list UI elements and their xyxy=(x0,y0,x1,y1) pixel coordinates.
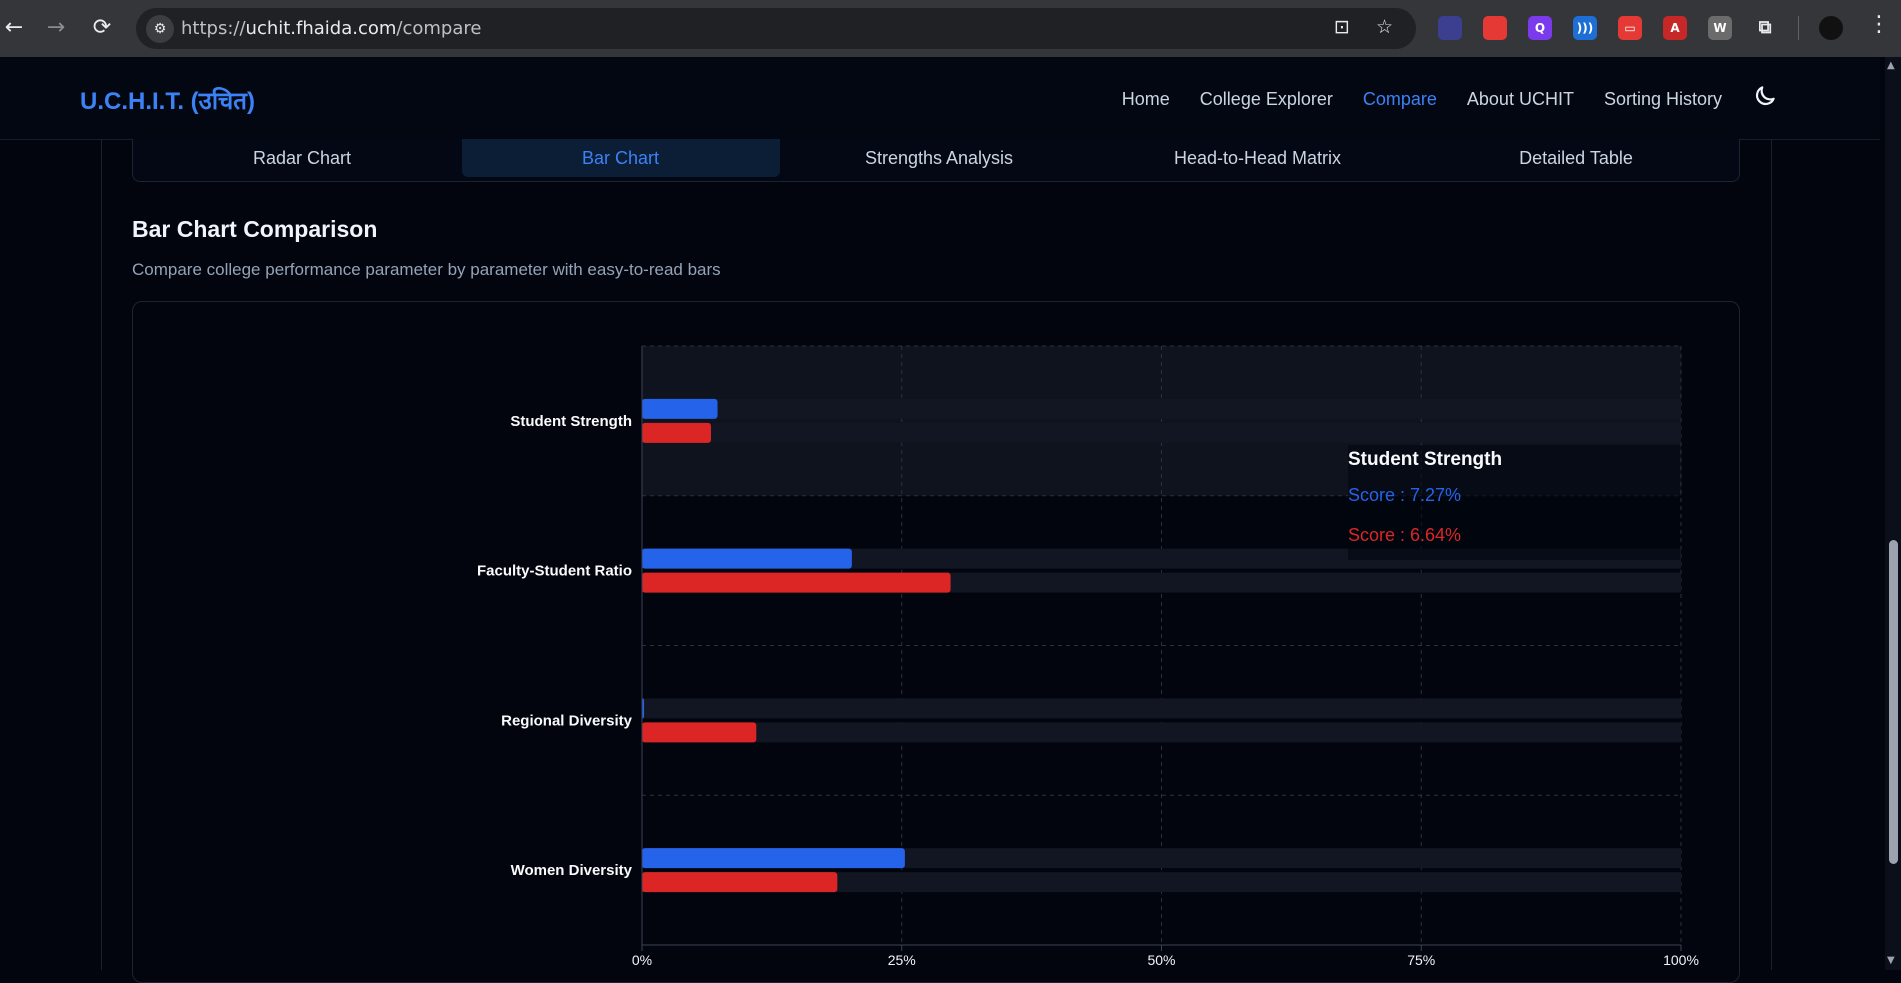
bar xyxy=(642,848,905,869)
tab-head-to-head-matrix[interactable]: Head-to-Head Matrix xyxy=(1099,139,1417,177)
dark-mode-moon-icon[interactable] xyxy=(1752,83,1778,109)
x-tick-label: 100% xyxy=(1663,952,1699,968)
ext-4-icon[interactable]: ))) xyxy=(1573,16,1597,40)
ext-5-icon[interactable]: ▭ xyxy=(1618,16,1642,40)
brand-logo[interactable]: U.C.H.I.T. (उचित) xyxy=(80,84,255,117)
profile-avatar[interactable] xyxy=(1819,16,1843,40)
scrollbar-thumb[interactable] xyxy=(1889,540,1898,864)
x-tick-label: 25% xyxy=(888,952,916,968)
section-subtitle: Compare college performance parameter by… xyxy=(132,260,721,279)
tooltip-title: Student Strength xyxy=(1348,449,1503,470)
tooltip-score-series-2: Score : 6.64% xyxy=(1348,525,1462,545)
bookmark-star-icon[interactable]: ☆ xyxy=(1376,16,1393,38)
tab-detailed-table[interactable]: Detailed Table xyxy=(1417,139,1735,177)
address-bar[interactable]: ⚙ https://uchit.fhaida.com/compare ⊡ ☆ xyxy=(136,8,1416,49)
tab-strengths-analysis[interactable]: Strengths Analysis xyxy=(780,139,1098,177)
bar xyxy=(642,422,711,443)
tab-radar-chart[interactable]: Radar Chart xyxy=(143,139,461,177)
tooltip-score-series-1: Score : 7.27% xyxy=(1348,485,1462,505)
bar xyxy=(642,722,757,743)
ext-6-icon[interactable]: A xyxy=(1663,16,1687,40)
x-tick-label: 50% xyxy=(1147,952,1175,968)
bar xyxy=(642,398,718,419)
ext-3-icon[interactable]: Q xyxy=(1528,16,1552,40)
scroll-down-arrow-icon[interactable]: ▼ xyxy=(1887,955,1895,966)
bar-background xyxy=(642,398,1681,419)
install-app-icon[interactable]: ⊡ xyxy=(1334,16,1350,38)
nav-sorting-history[interactable]: Sorting History xyxy=(1604,89,1722,110)
nav-about-uchit[interactable]: About UCHIT xyxy=(1467,89,1574,110)
ext-7-icon[interactable]: W xyxy=(1708,16,1732,40)
extensions-puzzle-icon[interactable]: ⧉ xyxy=(1753,16,1777,40)
back-arrow-icon[interactable]: ← xyxy=(0,14,28,42)
chart-tooltip: Student Strength Score : 7.27% Score : 6… xyxy=(1348,445,1680,560)
browser-menu-icon[interactable]: ⋮ xyxy=(1868,12,1890,37)
bar-background xyxy=(642,698,1681,719)
category-label: Women Diversity xyxy=(511,862,633,879)
bar-background xyxy=(642,722,1681,743)
url-text[interactable]: https://uchit.fhaida.com/compare xyxy=(181,18,481,39)
section-title: Bar Chart Comparison xyxy=(132,216,378,242)
nav-compare[interactable]: Compare xyxy=(1363,89,1437,110)
site-info-icon[interactable]: ⚙ xyxy=(146,15,174,43)
category-label: Faculty-Student Ratio xyxy=(477,563,632,580)
bar xyxy=(642,548,852,569)
bar-chart: Student Strength Faculty-Student Ratio Reg… xyxy=(477,345,1699,968)
bar xyxy=(642,572,951,593)
chart-card: Student Strength Faculty-Student Ratio Reg… xyxy=(132,301,1740,983)
ext-2-icon[interactable] xyxy=(1483,16,1507,40)
main-nav: Home College Explorer Compare About UCHIT So… xyxy=(1122,89,1722,110)
x-tick-label: 75% xyxy=(1407,952,1435,968)
scroll-up-arrow-icon[interactable]: ▲ xyxy=(1887,60,1895,71)
nav-home[interactable]: Home xyxy=(1122,89,1170,110)
bar xyxy=(642,872,838,893)
reload-icon[interactable]: ⟳ xyxy=(88,14,116,42)
toolbar-divider xyxy=(1798,16,1799,40)
chart-tabs: Radar Chart Bar Chart Strengths Analysis He… xyxy=(132,139,1740,182)
tab-bar-chart[interactable]: Bar Chart xyxy=(461,139,780,177)
ext-1-icon[interactable] xyxy=(1438,16,1462,40)
app-navbar: U.C.H.I.T. (उचित) Home College Explorer Co… xyxy=(0,57,1880,140)
category-label: Regional Diversity xyxy=(501,712,633,729)
category-label: Student Strength xyxy=(510,413,632,430)
nav-college-explorer[interactable]: College Explorer xyxy=(1200,89,1333,110)
browser-toolbar: ← → ⟳ ⚙ https://uchit.fhaida.com/compare… xyxy=(0,0,1901,57)
forward-arrow-icon[interactable]: → xyxy=(42,14,70,42)
x-tick-label: 0% xyxy=(632,952,652,968)
bar-background xyxy=(642,422,1681,443)
